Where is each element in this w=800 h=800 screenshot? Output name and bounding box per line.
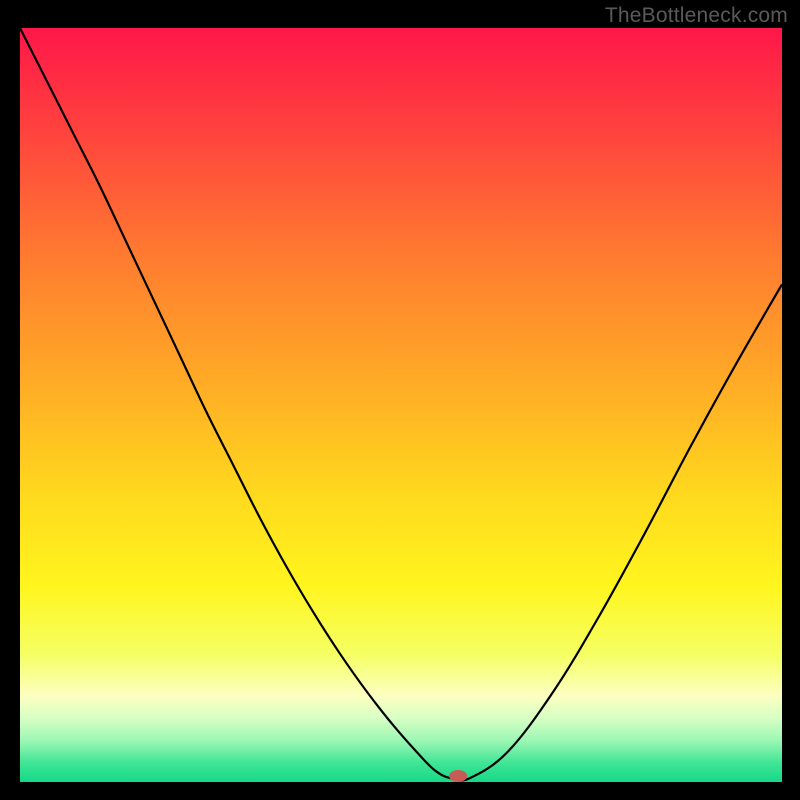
chart-svg	[20, 28, 782, 782]
chart-frame: TheBottleneck.com	[0, 0, 800, 800]
bottleneck-marker	[449, 770, 467, 782]
watermark-label: TheBottleneck.com	[605, 4, 788, 28]
gradient-rect	[20, 28, 782, 782]
plot-area	[20, 28, 782, 782]
